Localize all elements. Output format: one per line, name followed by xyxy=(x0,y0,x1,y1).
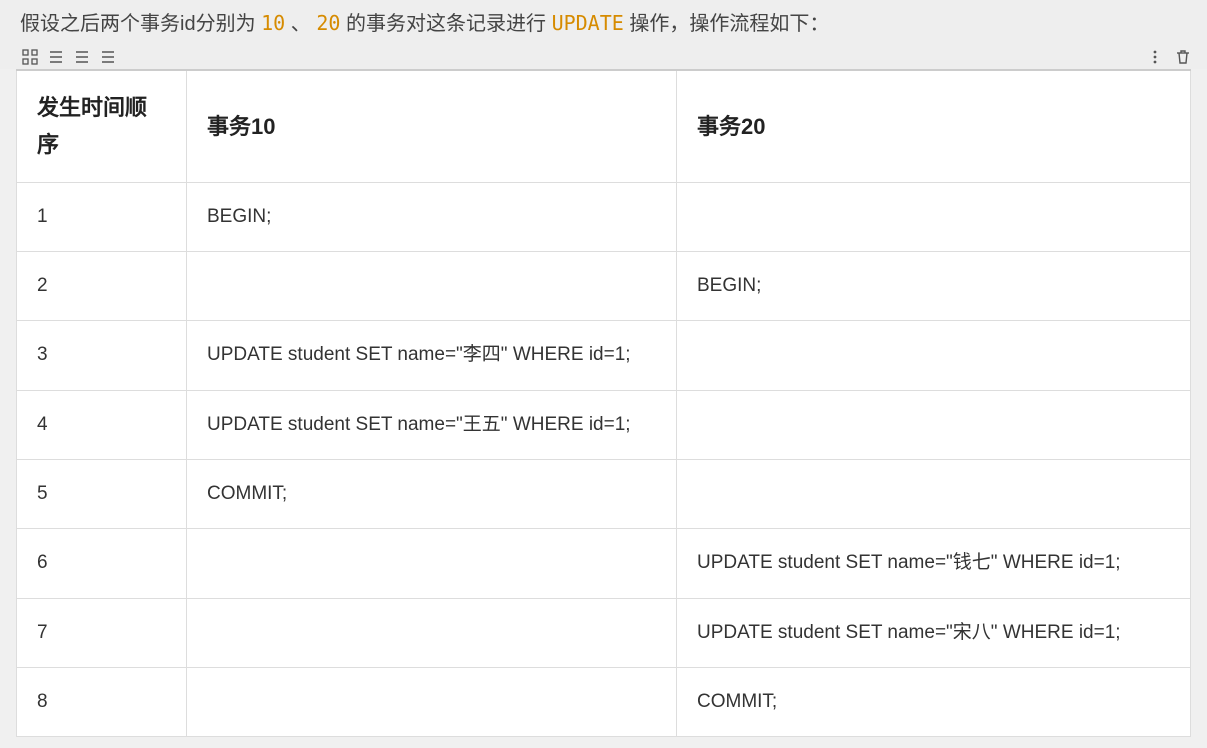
intro-sentence: 假设之后两个事务id分别为 10 、 20 的事务对这条记录进行 UPDATE … xyxy=(0,0,1207,47)
cell-seq[interactable]: 3 xyxy=(17,321,187,390)
cell-tx10[interactable] xyxy=(187,667,677,736)
intro-sep-1: 、 xyxy=(285,13,316,35)
cell-tx20[interactable] xyxy=(677,459,1191,528)
cell-seq[interactable]: 6 xyxy=(17,529,187,598)
grid-icon[interactable] xyxy=(22,49,38,65)
table-row[interactable]: 6 UPDATE student SET name="钱七" WHERE id=… xyxy=(17,529,1191,598)
col-header-tx20: 事务20 xyxy=(677,70,1191,182)
intro-text-1: 假设之后两个事务id分别为 xyxy=(20,13,261,35)
cell-tx20[interactable]: UPDATE student SET name="钱七" WHERE id=1; xyxy=(677,529,1191,598)
cell-seq[interactable]: 2 xyxy=(17,252,187,321)
transactions-table[interactable]: 发生时间顺序 事务10 事务20 1 BEGIN; 2 BEGIN; 3 UPD… xyxy=(16,69,1191,737)
lines2-icon[interactable] xyxy=(100,49,116,65)
intro-keyword-update: UPDATE xyxy=(552,11,624,35)
cell-tx10[interactable]: BEGIN; xyxy=(187,182,677,251)
table-row[interactable]: 5 COMMIT; xyxy=(17,459,1191,528)
intro-text-3: 操作，操作流程如下： xyxy=(624,13,830,35)
intro-text-2: 的事务对这条记录进行 xyxy=(340,13,551,35)
col-header-tx10: 事务10 xyxy=(187,70,677,182)
table-row[interactable]: 3 UPDATE student SET name="李四" WHERE id=… xyxy=(17,321,1191,390)
cell-tx20[interactable]: UPDATE student SET name="宋八" WHERE id=1; xyxy=(677,598,1191,667)
cell-tx10[interactable]: UPDATE student SET name="李四" WHERE id=1; xyxy=(187,321,677,390)
cell-seq[interactable]: 8 xyxy=(17,667,187,736)
table-row[interactable]: 8 COMMIT; xyxy=(17,667,1191,736)
cell-seq[interactable]: 7 xyxy=(17,598,187,667)
table-row[interactable]: 4 UPDATE student SET name="王五" WHERE id=… xyxy=(17,390,1191,459)
cell-tx20[interactable] xyxy=(677,321,1191,390)
cell-tx10[interactable] xyxy=(187,529,677,598)
table-toolbar xyxy=(0,47,1207,69)
cell-seq[interactable]: 4 xyxy=(17,390,187,459)
cell-seq[interactable]: 1 xyxy=(17,182,187,251)
table-header-row: 发生时间顺序 事务10 事务20 xyxy=(17,70,1191,182)
toolbar-left xyxy=(22,49,116,65)
table-row[interactable]: 7 UPDATE student SET name="宋八" WHERE id=… xyxy=(17,598,1191,667)
cell-tx20[interactable] xyxy=(677,390,1191,459)
intro-num-10: 10 xyxy=(261,11,285,35)
trash-icon[interactable] xyxy=(1175,49,1191,65)
toolbar-right xyxy=(1147,49,1191,65)
more-icon[interactable] xyxy=(1147,49,1163,65)
cell-seq[interactable]: 5 xyxy=(17,459,187,528)
table-row[interactable]: 1 BEGIN; xyxy=(17,182,1191,251)
cell-tx10[interactable] xyxy=(187,252,677,321)
list-icon[interactable] xyxy=(48,49,64,65)
cell-tx10[interactable] xyxy=(187,598,677,667)
cell-tx20[interactable]: COMMIT; xyxy=(677,667,1191,736)
cell-tx10[interactable]: COMMIT; xyxy=(187,459,677,528)
col-header-sequence: 发生时间顺序 xyxy=(17,70,187,182)
cell-tx20[interactable] xyxy=(677,182,1191,251)
cell-tx10[interactable]: UPDATE student SET name="王五" WHERE id=1; xyxy=(187,390,677,459)
intro-num-20: 20 xyxy=(316,11,340,35)
table-row[interactable]: 2 BEGIN; xyxy=(17,252,1191,321)
cell-tx20[interactable]: BEGIN; xyxy=(677,252,1191,321)
lines-icon[interactable] xyxy=(74,49,90,65)
